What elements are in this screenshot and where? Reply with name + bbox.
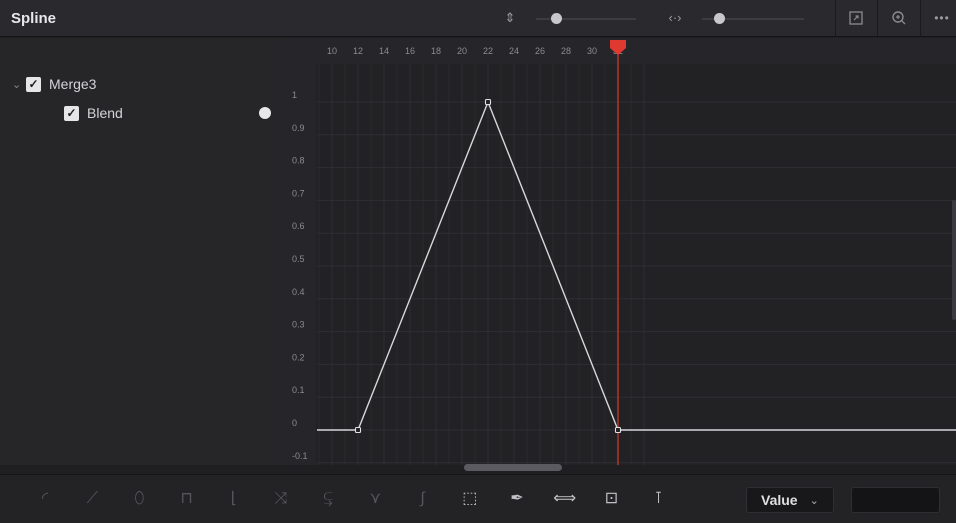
frame-tick-label: 16: [405, 46, 415, 56]
header-divider: [920, 0, 921, 37]
header-divider: [835, 0, 836, 37]
checkbox[interactable]: ✓: [26, 76, 41, 92]
value-tick-label: 0.1: [292, 385, 305, 395]
frame-tick-label: 26: [535, 46, 545, 56]
vertical-scrollbar[interactable]: [952, 200, 956, 320]
time-stretch-icon[interactable]: ⥹: [317, 488, 339, 510]
value-tick-label: 0.2: [292, 352, 305, 362]
s-curve-icon[interactable]: ∫: [412, 488, 434, 510]
select-box-icon[interactable]: ⬚: [459, 488, 481, 510]
value-tick-label: 0.8: [292, 156, 305, 166]
panel-title: Spline: [11, 10, 57, 27]
zoom-to-fit-icon[interactable]: [845, 7, 867, 29]
horizontal-zoom-slider[interactable]: [702, 13, 804, 24]
frame-tick-label: 18: [431, 46, 441, 56]
ease-icon[interactable]: ⋎: [364, 488, 386, 510]
vertical-zoom-slider[interactable]: [536, 13, 636, 24]
value-tick-label: 1: [292, 90, 297, 100]
value-tick-label: 0: [292, 418, 297, 428]
reverse-icon[interactable]: ⤨: [270, 488, 292, 510]
spline-color-dot[interactable]: [259, 107, 271, 119]
smooth-icon[interactable]: ◜: [34, 488, 56, 510]
tree-item-blend[interactable]: ✓ Blend: [64, 102, 123, 124]
frame-tick-label: 12: [353, 46, 363, 56]
value-tick-label: 0.7: [292, 188, 305, 198]
handles-icon[interactable]: ⊺: [648, 488, 670, 510]
keyframe-point[interactable]: [354, 426, 362, 434]
zoom-icon[interactable]: [888, 7, 910, 29]
value-dropdown[interactable]: Value ⌄: [746, 487, 834, 513]
checkbox[interactable]: ✓: [64, 105, 79, 121]
keyframe-point[interactable]: [614, 426, 622, 434]
header-divider: [877, 0, 878, 37]
linear-icon[interactable]: ⟋: [81, 488, 103, 510]
frame-tick-label: 20: [457, 46, 467, 56]
horizontal-scrollbar[interactable]: [464, 464, 562, 471]
bounding-box-icon[interactable]: ⊡: [600, 488, 622, 510]
value-tick-label: -0.1: [292, 451, 308, 461]
frame-tick-label: 28: [561, 46, 571, 56]
frame-tick-label: 10: [327, 46, 337, 56]
vertical-zoom-thumb[interactable]: [551, 13, 562, 24]
step-out-icon[interactable]: ⌊: [223, 488, 245, 510]
spline-toolbar: ◜ ⟋ ⬯ ⊓ ⌊ ⤨ ⥹ ⋎ ∫ ⬚ ✒ ⟺ ⊡ ⊺ Value ⌄: [0, 474, 956, 523]
chevron-down-icon[interactable]: ⌄: [12, 78, 26, 91]
horizontal-resize-icon[interactable]: ‹·›: [665, 8, 685, 28]
tree-item-label: Blend: [87, 105, 123, 121]
value-field[interactable]: [851, 487, 940, 513]
invert-icon[interactable]: ⬯: [128, 488, 150, 510]
value-tick-label: 0.5: [292, 254, 305, 264]
value-tick-label: 0.3: [292, 320, 305, 330]
spline-tree: [0, 38, 284, 465]
chevron-down-icon: ⌄: [809, 494, 819, 507]
frame-tick-label: 24: [509, 46, 519, 56]
step-in-icon[interactable]: ⊓: [176, 488, 198, 510]
value-tick-label: 0.4: [292, 287, 305, 297]
value-tick-label: 0.6: [292, 221, 305, 231]
frame-tick-label: 14: [379, 46, 389, 56]
tree-item-label: Merge3: [49, 76, 97, 92]
value-dropdown-label: Value: [761, 492, 798, 508]
panel-header: Spline ⇕ ‹·› •••: [0, 0, 956, 37]
keyframe-point[interactable]: [484, 98, 492, 106]
add-point-icon[interactable]: ✒: [506, 488, 528, 510]
graph-canvas[interactable]: 10121416182022242628303210.90.80.70.60.5…: [284, 38, 956, 465]
horizontal-zoom-thumb[interactable]: [714, 13, 726, 24]
more-options-icon[interactable]: •••: [929, 7, 955, 29]
frame-tick-label: 30: [587, 46, 597, 56]
frame-tick-label: 22: [483, 46, 493, 56]
value-tick-label: 0.9: [292, 123, 305, 133]
vertical-resize-icon[interactable]: ⇕: [500, 8, 520, 28]
tree-item-merge3[interactable]: ⌄ ✓ Merge3: [12, 73, 96, 95]
spline-graph[interactable]: 10121416182022242628303210.90.80.70.60.5…: [284, 38, 956, 465]
expand-icon[interactable]: ⟺: [553, 488, 576, 510]
